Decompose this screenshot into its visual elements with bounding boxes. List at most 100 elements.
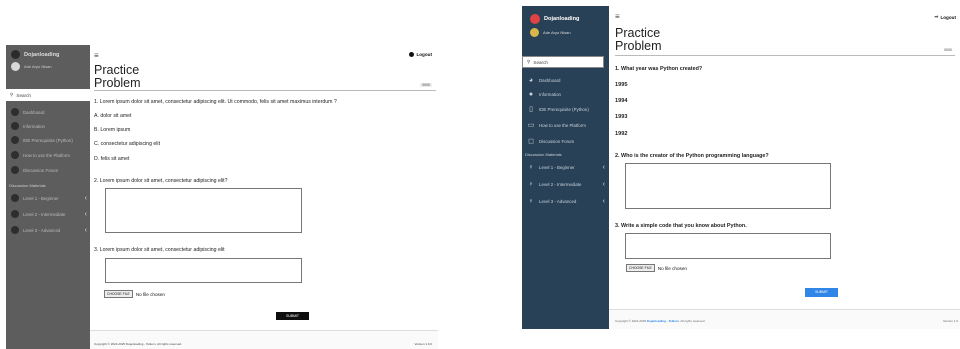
chat-icon: ◻ [528,138,534,145]
option-d[interactable]: D. felis sit amet [94,156,129,162]
status-badge: 0000 [944,48,952,52]
app-name: Dojanloading [24,51,60,58]
sidebar-item-dashboard[interactable]: Dashboard [11,108,87,116]
divider [94,90,436,91]
page-title: Practice Problem [94,64,141,90]
question-3: 3. Lorem ipsum dolor sit amet, consectet… [94,247,225,253]
user-profile[interactable]: Ade Aryo Nisan [11,62,52,71]
option-1992[interactable]: 1992 [615,131,627,137]
copyright-suffix: . All rights reserved. [678,319,706,323]
sidebar-item-level-1[interactable]: Level 1 - Beginner ‹ [11,194,87,202]
chevron-left-icon: ‹ [602,180,605,188]
answer-textarea-2[interactable] [625,163,831,209]
answer-textarea-3[interactable] [105,258,302,283]
sidebar-item-information[interactable]: Information [11,122,87,130]
logout-button[interactable]: Logout [409,52,432,57]
level-icon [11,194,19,202]
main-content: ≡ ⇨ Logout Practice Problem 0000 1. What y… [609,6,960,329]
question-1: 1. What year was Python created? [615,66,703,72]
status-badge: 0000 [420,83,432,87]
file-upload: CHOOSE FILE No file chosen [104,290,165,298]
search-input[interactable]: ⚲ Search [522,56,604,68]
sidebar-item-forum[interactable]: Discussion Forum [11,166,87,174]
sidebar-item-dashboard[interactable]: ◕ Dashboard [527,76,605,84]
submit-button[interactable]: SUBMIT [805,288,838,297]
chevron-left-icon: ‹ [84,210,87,218]
option-1994[interactable]: 1994 [615,98,627,104]
sidebar-item-level-2[interactable]: Level 2 - Intermediate ‹ [11,210,87,218]
answer-textarea-3[interactable] [625,233,831,259]
chevron-left-icon: ‹ [84,226,87,234]
logout-button[interactable]: ⇨ Logout [935,14,956,20]
question-1: 1. Lorem ipsum dolor sit amet, consectet… [94,99,337,105]
question-2: 2. Who is the creator of the Python prog… [615,153,769,159]
sidebar-item-label: Dashboard [23,109,45,115]
search-placeholder: Search [533,59,548,65]
sidebar-item-label: IDE Prerequisite (Python) [539,106,589,112]
hamburger-icon[interactable]: ≡ [94,51,99,60]
logout-icon: ⇨ [934,14,939,19]
search-input[interactable]: ⚲ Search [6,89,90,101]
submit-button[interactable]: SUBMIT [276,312,309,320]
sidebar-item-label: Level 1 - Beginner [539,164,575,170]
section-label: Discussion Materials [9,183,46,188]
logout-label: Logout [940,14,956,20]
logo-icon [530,14,540,24]
search-placeholder: Search [16,92,31,98]
option-c[interactable]: C. consectetur adipiscing elit [94,141,160,147]
level-icon: ♀ [528,197,534,205]
sidebar-item-how-to[interactable]: ▭ How to use the Platform [527,121,605,129]
chevron-left-icon: ‹ [84,194,87,202]
hamburger-icon[interactable]: ≡ [615,12,620,21]
sidebar-item-information[interactable]: ● Information [527,90,605,98]
answer-textarea-2[interactable] [105,188,302,233]
level-icon: ♀ [528,163,534,171]
sidebar-item-ide[interactable]: ▯ IDE Prerequisite (Python) [527,105,605,113]
copyright: Copyright © 2024-2025 Dojanloading - Tel… [615,319,705,323]
option-1993[interactable]: 1993 [615,114,627,120]
monitor-icon: ▭ [527,122,535,129]
logo-icon [11,50,20,59]
option-b[interactable]: B. Lorem ipsum [94,127,130,133]
app-name: Dojanloading [544,16,580,22]
sidebar-item-forum[interactable]: ◻ Discussion Forum [527,137,605,145]
sidebar-item-level-3[interactable]: Level 3 - Advanced ‹ [11,226,87,234]
chevron-left-icon: ‹ [602,197,605,205]
grayscale-mockup: Dojanloading Ade Aryo Nisan ⚲ Search Das… [6,45,438,349]
chat-icon [11,166,19,174]
sidebar-item-ide[interactable]: IDE Prerequisite (Python) [11,136,87,144]
brand[interactable]: Dojanloading [530,14,579,24]
sidebar-item-label: How to use the Platform [23,152,70,158]
choose-file-button[interactable]: CHOOSE FILE [626,264,655,272]
copyright: Copyright © 2024-2025 Dojanloading - Tel… [94,342,182,346]
document-icon: ▯ [529,106,533,113]
avatar [11,62,20,71]
main-content: ≡ Logout Practice Problem 0000 1. Lorem i… [90,45,438,349]
info-icon: ● [528,90,534,98]
avatar [530,28,539,37]
sidebar-item-level-3[interactable]: ♀ Level 3 - Advanced ‹ [527,197,605,205]
sidebar-item-label: Level 3 - Advanced [23,227,61,233]
user-name: Ade Aryo Nisan [543,30,571,35]
sidebar-item-how-to[interactable]: How to use the Platform [11,151,87,159]
user-profile[interactable]: Ade Aryo Nisan [530,28,571,37]
version: Version 1.0.0 [414,342,432,346]
sidebar-item-label: How to use the Platform [539,122,586,128]
sidebar-item-level-1[interactable]: ♀ Level 1 - Beginner ‹ [527,163,605,171]
logout-label: Logout [416,52,432,57]
dashboard-icon: ◕ [528,76,534,84]
choose-file-button[interactable]: CHOOSE FILE [104,290,133,298]
section-label: Discussion Materials [525,152,562,157]
level-icon [11,226,19,234]
sidebar-item-label: IDE Prerequisite (Python) [23,137,73,143]
sidebar-item-level-2[interactable]: ♀ Level 2 - Intermediate ‹ [527,180,605,188]
sidebar-item-label: Information [539,91,561,97]
option-a[interactable]: A. dolor sit amet [94,113,131,119]
sidebar-item-label: Level 2 - Intermediate [539,181,582,187]
copyright-brand[interactable]: Dojanloading - Telkom [647,319,679,323]
sidebar-item-label: Discussion Forum [539,138,575,144]
brand[interactable]: Dojanloading [11,50,59,59]
sidebar: Dojanloading Ade Aryo Nisan ⚲ Search Das… [6,45,90,349]
option-1995[interactable]: 1995 [615,82,627,88]
question-3: 3. Write a simple code that you know abo… [615,223,747,229]
